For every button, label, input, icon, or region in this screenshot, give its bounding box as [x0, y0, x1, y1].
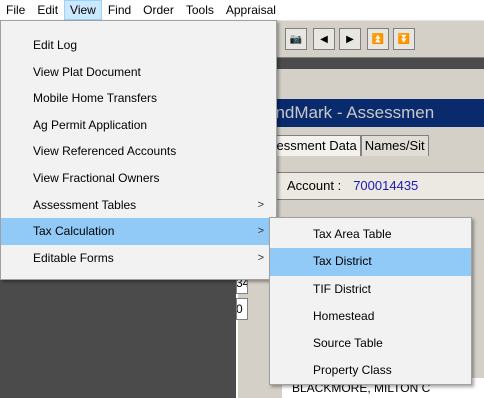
- menu-item-assessment-tables[interactable]: Assessment Tables >: [1, 192, 276, 219]
- chevron-right-icon: >: [257, 225, 264, 238]
- menu-item-label: Assessment Tables: [33, 197, 137, 212]
- submenu-item-tif-district[interactable]: TIF District: [270, 276, 471, 303]
- arrow-left-icon[interactable]: ◀: [313, 28, 335, 50]
- menu-item-ag-permit-application[interactable]: Ag Permit Application: [1, 112, 276, 139]
- arrow-last-icon[interactable]: ⏬: [393, 28, 415, 50]
- submenu-item-homestead[interactable]: Homestead: [270, 303, 471, 330]
- arrow-first-icon[interactable]: ⏫: [367, 28, 389, 50]
- menu-item-mobile-home-transfers[interactable]: Mobile Home Transfers: [1, 85, 276, 112]
- menu-edit[interactable]: Edit: [31, 0, 64, 20]
- chevron-right-icon: >: [257, 198, 264, 211]
- account-value: 700014435: [353, 178, 419, 193]
- tab-assessment-data[interactable]: sessment Data: [266, 135, 361, 156]
- account-box: Account : 700014435: [272, 172, 484, 200]
- field-fragment[interactable]: 0: [236, 298, 248, 320]
- submenu-item-source-table[interactable]: Source Table: [270, 330, 471, 357]
- menu-order[interactable]: Order: [137, 0, 180, 20]
- menu-item-label: Tax Calculation: [33, 224, 115, 239]
- menu-view[interactable]: View: [64, 0, 102, 20]
- tab-names-situs[interactable]: Names/Sit: [360, 135, 429, 156]
- menu-item-tax-calculation[interactable]: Tax Calculation >: [1, 218, 276, 245]
- menu-item-view-fractional-owners[interactable]: View Fractional Owners: [1, 165, 276, 192]
- submenu-item-tax-area-table[interactable]: Tax Area Table: [270, 221, 471, 248]
- view-menu-dropdown: Edit Log View Plat Document Mobile Home …: [0, 20, 277, 280]
- chevron-right-icon: >: [257, 251, 264, 264]
- menu-item-label: View Plat Document: [33, 64, 141, 79]
- menu-tools[interactable]: Tools: [180, 0, 220, 20]
- menu-item-label: Editable Forms: [33, 250, 114, 265]
- menu-item-view-plat-document[interactable]: View Plat Document: [1, 59, 276, 86]
- camera-icon[interactable]: 📷: [285, 28, 307, 50]
- menu-file[interactable]: File: [0, 0, 31, 20]
- menu-item-label: View Referenced Accounts: [33, 144, 177, 159]
- menu-item-label: Mobile Home Transfers: [33, 91, 158, 106]
- menu-item-edit-log[interactable]: Edit Log: [1, 32, 276, 59]
- menu-bar: File Edit View Find Order Tools Appraisa…: [0, 0, 484, 21]
- menu-item-label: Ag Permit Application: [33, 117, 148, 132]
- account-label: Account :: [287, 178, 342, 193]
- submenu-item-property-class[interactable]: Property Class: [270, 357, 471, 384]
- menu-item-view-referenced-accounts[interactable]: View Referenced Accounts: [1, 138, 276, 165]
- submenu-item-tax-district[interactable]: Tax District: [270, 248, 471, 276]
- tax-calculation-submenu: Tax Area Table Tax District TIF District…: [269, 217, 472, 385]
- menu-item-editable-forms[interactable]: Editable Forms >: [1, 245, 276, 272]
- menu-item-label: View Fractional Owners: [33, 170, 160, 185]
- menu-item-label: Edit Log: [33, 38, 78, 52]
- menu-appraisal[interactable]: Appraisal: [220, 0, 282, 20]
- arrow-right-icon[interactable]: ▶: [339, 28, 361, 50]
- tab-strip: sessment Data Names/Sit: [266, 135, 429, 157]
- menu-find[interactable]: Find: [102, 0, 137, 20]
